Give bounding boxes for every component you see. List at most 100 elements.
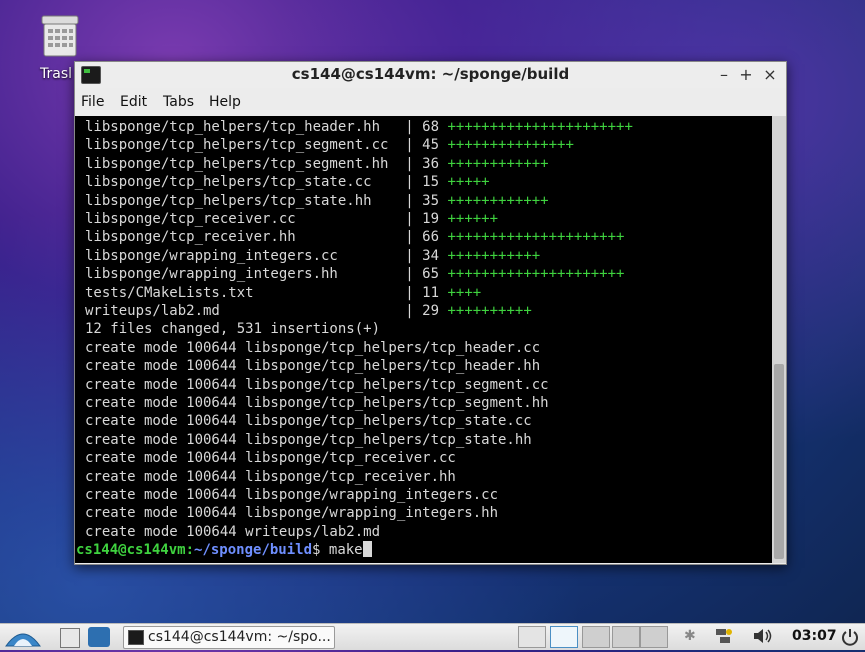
stat-line: libsponge/wrapping_integers.hh | 65 ++++…	[85, 265, 624, 283]
stat-file: libsponge/tcp_helpers/tcp_header.hh	[85, 119, 397, 135]
stat-sep: |	[396, 119, 423, 135]
trash-label: Trasl	[40, 66, 73, 82]
prompt-user: cs144@cs144vm	[76, 542, 186, 559]
create-line: create mode 100644 libsponge/tcp_receive…	[85, 468, 456, 485]
stat-plus: ++++++++++++++++++++++	[447, 119, 633, 135]
create-line: create mode 100644 writeups/lab2.md	[85, 523, 381, 540]
stat-file: libsponge/tcp_helpers/tcp_segment.hh	[85, 155, 397, 172]
stat-plus: +++++++++++++++++++++	[447, 266, 625, 283]
prompt-path: ~/sponge/build	[194, 542, 313, 559]
stat-line: libsponge/tcp_helpers/tcp_segment.cc | 4…	[85, 136, 574, 154]
power-icon[interactable]	[840, 627, 860, 647]
workspace-4[interactable]	[612, 626, 640, 648]
desktop-switch-icon[interactable]	[88, 627, 110, 647]
prompt-sep: :	[185, 542, 195, 559]
maximize-button[interactable]: +	[737, 65, 755, 84]
prompt-line: cs144@cs144vm:~/sponge/build$ make	[76, 541, 372, 559]
stat-sep: |	[396, 137, 423, 154]
title-bar[interactable]: cs144@cs144vm: ~/sponge/build – + ×	[75, 62, 786, 88]
stat-count: 66	[422, 229, 440, 246]
stat-count: 35	[422, 192, 440, 209]
stat-file: libsponge/tcp_receiver.hh	[85, 229, 397, 246]
workspace-2[interactable]	[550, 626, 578, 648]
stat-sep: |	[396, 174, 423, 191]
stat-line: libsponge/tcp_receiver.cc | 19 ++++++	[85, 210, 498, 228]
create-line: create mode 100644 libsponge/wrapping_in…	[85, 505, 499, 522]
menu-tabs[interactable]: Tabs	[163, 94, 194, 110]
menu-edit[interactable]: Edit	[120, 94, 147, 110]
menu-help[interactable]: Help	[209, 94, 241, 110]
volume-icon[interactable]	[752, 627, 774, 645]
create-line: create mode 100644 libsponge/tcp_helpers…	[85, 376, 549, 393]
create-line: create mode 100644 libsponge/tcp_helpers…	[85, 339, 541, 356]
file-manager-icon[interactable]	[60, 628, 80, 648]
terminal-scrollbar[interactable]	[772, 116, 786, 563]
start-menu-icon[interactable]	[4, 626, 42, 648]
workspace-5[interactable]	[640, 626, 668, 648]
scrollbar-thumb[interactable]	[774, 364, 784, 559]
stat-sep: |	[396, 247, 423, 264]
stat-sep: |	[396, 211, 423, 227]
stat-line: tests/CMakeLists.txt | 11 ++++	[85, 284, 481, 302]
create-line: create mode 100644 libsponge/tcp_helpers…	[85, 395, 549, 411]
stat-plus: ++++	[447, 284, 482, 301]
stat-plus: ++++++++++	[447, 303, 532, 319]
create-line: create mode 100644 libsponge/tcp_helpers…	[85, 413, 532, 430]
stat-sep: |	[396, 229, 423, 246]
stat-file: libsponge/wrapping_integers.hh	[85, 266, 397, 283]
stat-file: libsponge/tcp_helpers/tcp_state.cc	[85, 174, 397, 191]
stat-count: 36	[422, 155, 440, 172]
stat-line: libsponge/tcp_helpers/tcp_header.hh | 68…	[85, 118, 633, 136]
taskbar-terminal-task[interactable]: cs144@cs144vm: ~/spo...	[123, 626, 335, 649]
bluetooth-icon[interactable]: ✱	[684, 628, 696, 644]
summary-line: 12 files changed, 531 insertions(+)	[85, 321, 381, 338]
stat-file: libsponge/tcp_helpers/tcp_segment.cc	[85, 137, 397, 154]
create-line: create mode 100644 libsponge/tcp_helpers…	[85, 431, 532, 448]
terminal-window: cs144@cs144vm: ~/sponge/build – + × File…	[74, 61, 787, 565]
stat-plus: ++++++++++++	[447, 192, 549, 209]
stat-count: 15	[422, 174, 440, 191]
stat-file: libsponge/wrapping_integers.cc	[85, 247, 397, 264]
create-line: create mode 100644 libsponge/wrapping_in…	[85, 487, 499, 503]
trash-icon[interactable]	[36, 12, 84, 60]
workspace-1[interactable]	[518, 626, 546, 648]
create-line: create mode 100644 libsponge/tcp_helpers…	[85, 358, 541, 375]
stat-count: 34	[422, 247, 440, 264]
network-icon[interactable]	[712, 627, 734, 645]
stat-count: 45	[422, 137, 440, 154]
menu-file[interactable]: File	[81, 94, 104, 110]
menu-bar: File Edit Tabs Help	[75, 92, 786, 114]
taskbar: cs144@cs144vm: ~/spo... ✱ 03:07	[0, 623, 865, 650]
stat-file: libsponge/tcp_helpers/tcp_state.hh	[85, 192, 397, 209]
stat-file: writeups/lab2.md	[85, 303, 397, 319]
window-title: cs144@cs144vm: ~/sponge/build	[291, 65, 570, 83]
stat-sep: |	[396, 266, 423, 283]
stat-sep: |	[396, 303, 423, 319]
minimize-button[interactable]: –	[715, 65, 733, 84]
stat-plus: +++++++++++	[447, 247, 541, 264]
stat-plus: +++++	[447, 174, 490, 191]
create-line: create mode 100644 libsponge/tcp_receive…	[85, 450, 456, 467]
stat-count: 19	[422, 211, 440, 227]
clock[interactable]: 03:07	[792, 628, 837, 644]
prompt-command: make	[320, 542, 363, 559]
stat-count: 11	[422, 284, 440, 301]
terminal-cursor	[362, 541, 372, 558]
stat-line: libsponge/tcp_helpers/tcp_segment.hh | 3…	[85, 155, 549, 173]
stat-line: libsponge/tcp_helpers/tcp_state.cc | 15 …	[85, 173, 490, 191]
terminal-task-icon	[128, 630, 144, 645]
taskbar-task-label: cs144@cs144vm: ~/spo...	[148, 629, 331, 645]
stat-count: 68	[422, 119, 440, 135]
stat-line: writeups/lab2.md | 29 ++++++++++	[85, 302, 532, 320]
close-button[interactable]: ×	[761, 65, 779, 84]
stat-line: libsponge/wrapping_integers.cc | 34 ++++…	[85, 247, 540, 265]
stat-count: 29	[422, 303, 440, 319]
stat-sep: |	[396, 284, 423, 301]
stat-sep: |	[396, 155, 423, 172]
stat-line: libsponge/tcp_helpers/tcp_state.hh | 35 …	[85, 192, 549, 210]
stat-file: libsponge/tcp_receiver.cc	[85, 211, 397, 227]
workspace-3[interactable]	[582, 626, 610, 648]
stat-plus: +++++++++++++++	[447, 137, 574, 154]
stat-count: 65	[422, 266, 440, 283]
terminal-output[interactable]: libsponge/tcp_helpers/tcp_header.hh | 68…	[75, 116, 772, 563]
